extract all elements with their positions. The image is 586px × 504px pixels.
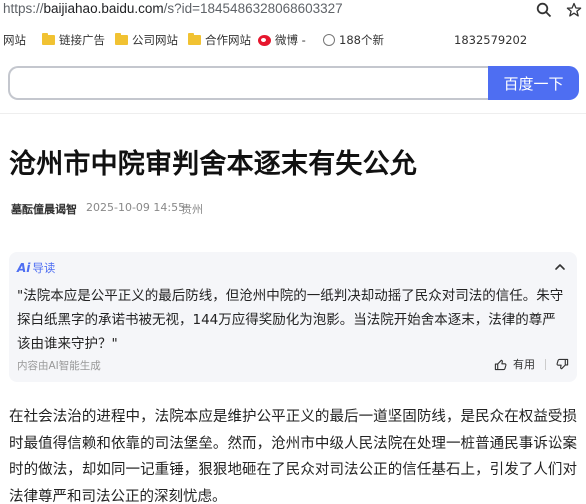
search-button[interactable]: 百度一下 [488, 66, 579, 100]
ai-logo-icon: Ai [17, 261, 31, 275]
publish-date: 2025-10-09 14:55 [86, 201, 186, 214]
ai-feedback: 有用 [494, 356, 569, 372]
star-icon[interactable] [566, 2, 582, 18]
article-meta: 墓酝僮晨谒智 2025-10-09 14:55 贵州 [11, 201, 203, 217]
ai-summary-footer: 内容由AI智能生成 [17, 360, 101, 372]
ai-summary-heading: 导读 [32, 261, 56, 275]
bookmark-item[interactable]: 1832579202 [454, 30, 527, 50]
bookmark-label: 合作网站 [205, 33, 251, 47]
article-body: 在社会法治的进程中，法院本应是维护公平正义的最后一道坚固防线，是民众在权益受损时… [9, 409, 577, 504]
url-scheme: https:// [3, 1, 44, 16]
bookmark-item[interactable]: 微博 - [258, 30, 306, 50]
bookmark-label: 公司网站 [132, 33, 178, 47]
bookmark-label: 链接广告 [59, 33, 105, 47]
bookmark-item[interactable]: 网站 [3, 30, 26, 50]
bookmarks-bar: 网站 链接广告 公司网站 合作网站 微博 - 188个新 1832579202 [0, 30, 586, 50]
bookmark-label: 188个新 [339, 33, 384, 47]
thumbs-up-icon[interactable] [494, 358, 507, 371]
address-bar[interactable]: https://baijiahao.baidu.com/s?id=1845486… [0, 0, 586, 22]
bookmark-label: 微博 - [275, 33, 306, 47]
folder-icon [115, 33, 128, 45]
bookmark-item[interactable]: 链接广告 [42, 30, 105, 50]
bookmark-label: 1832579202 [454, 33, 528, 47]
ai-summary-text: "法院本应是公平正义的最后防线，但沧州中院的一纸判决却动摇了民众对司法的信任。朱… [17, 288, 564, 352]
publish-location: 贵州 [181, 203, 203, 216]
address-bar-icons [536, 0, 582, 20]
header-divider [0, 113, 586, 114]
feedback-divider [545, 358, 546, 370]
bookmark-label: 网站 [3, 33, 26, 47]
bookmark-item[interactable]: 188个新 [323, 30, 384, 50]
bookmark-item[interactable]: 合作网站 [188, 30, 251, 50]
search-icon[interactable] [536, 2, 552, 18]
ai-summary-box: Ai 导读 "法院本应是公平正义的最后防线，但沧州中院的一纸判决却动摇了民众对司… [9, 252, 577, 382]
ai-summary-header: Ai 导读 [17, 260, 55, 276]
weibo-icon [258, 34, 271, 46]
url-text[interactable]: https://baijiahao.baidu.com/s?id=1845486… [3, 1, 343, 16]
author-name[interactable]: 墓酝僮晨谒智 [11, 203, 77, 216]
bookmark-item[interactable]: 公司网站 [115, 30, 178, 50]
search-input[interactable] [8, 66, 490, 100]
folder-icon [42, 33, 55, 45]
search-box: 百度一下 [8, 66, 579, 100]
article-title: 沧州市中院审判舍本逐末有失公允 [9, 149, 417, 180]
folder-icon [188, 33, 201, 45]
useful-label[interactable]: 有用 [513, 356, 535, 372]
url-path: /s?id=1845486328068603327 [163, 1, 343, 16]
thumbs-down-icon[interactable] [556, 358, 569, 371]
url-host: baijiahao.baidu.com [43, 1, 164, 16]
chevron-up-icon[interactable] [553, 260, 567, 274]
globe-icon [323, 34, 335, 46]
